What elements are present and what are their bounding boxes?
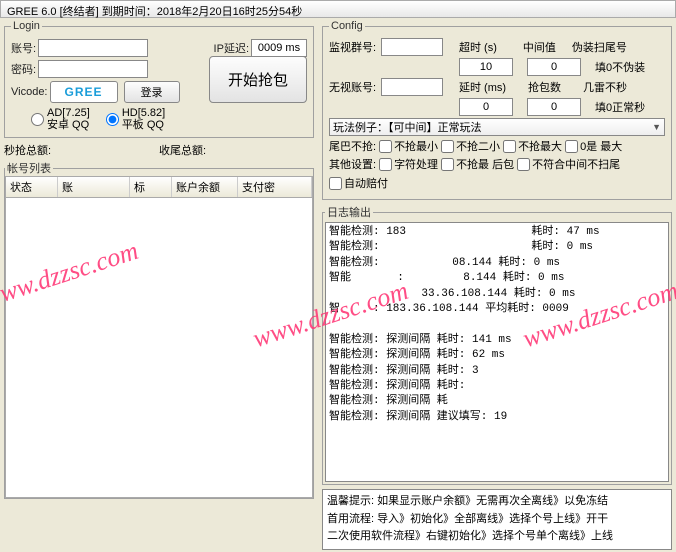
- chk-last[interactable]: 不抢最 后包: [441, 156, 514, 172]
- mid-input[interactable]: [527, 58, 581, 76]
- col-mark[interactable]: 标: [130, 177, 172, 197]
- tips-box: 温馨提示: 如果显示账户余额》无需再次全离线》以免冻结 首用流程: 导入》初始化…: [322, 489, 672, 550]
- sec-total-label: 秒抢总额:: [4, 142, 159, 158]
- ipdelay-value: [251, 39, 307, 57]
- timeout-input[interactable]: [459, 58, 513, 76]
- radio-hd[interactable]: HD[5.82] 平板 QQ: [106, 107, 165, 131]
- gree-logo: GREE: [50, 81, 118, 103]
- delay-label: 延时 (ms): [459, 79, 506, 95]
- window-title: GREE 6.0 [终结者] 到期时间：2018年2月20日16时25分54秒: [0, 0, 676, 18]
- account-label: 账号:: [11, 40, 36, 56]
- radio-ad[interactable]: AD[7.25] 安卓 QQ: [31, 107, 90, 131]
- col-account[interactable]: 账: [58, 177, 130, 197]
- tip-line-2: 首用流程: 导入》初始化》全部离线》选择个号上线》开干: [327, 511, 667, 529]
- watch-group-label: 监视群号:: [329, 39, 377, 55]
- chk-char[interactable]: 字符处理: [379, 156, 438, 172]
- chk-auto[interactable]: 自动赔付: [329, 175, 388, 191]
- fake-tail-note: 填0不伪装: [595, 59, 645, 75]
- mid-label: 中间值: [523, 39, 556, 55]
- login-panel: Login 账号: IP延迟: 密码: 探测间隔: Vicode: GREE 登…: [4, 20, 314, 138]
- thunder-label: 几雷不秒: [583, 79, 627, 95]
- chk-max[interactable]: 不抢最大: [503, 138, 562, 154]
- tip-line-1: 温馨提示: 如果显示账户余额》无需再次全离线》以免冻结: [327, 493, 667, 511]
- chk-min[interactable]: 不抢最小: [379, 138, 438, 154]
- chevron-down-icon: ▼: [652, 122, 661, 132]
- log-panel: 日志输出 智能检测: 183 耗时: 47 ms 智能检测: 耗时: 0 ms …: [322, 204, 672, 485]
- col-paypwd[interactable]: 支付密: [238, 177, 312, 197]
- play-mode-combo[interactable]: 玩法例子：【可中间】正常玩法 ▼: [329, 118, 665, 136]
- config-legend: Config: [329, 20, 365, 32]
- delay-input[interactable]: [459, 98, 513, 116]
- thunder-note: 填0正常秒: [595, 99, 645, 115]
- password-label: 密码:: [11, 61, 36, 77]
- col-status[interactable]: 状态: [6, 177, 58, 197]
- other-label: 其他设置:: [329, 156, 376, 172]
- log-legend: 日志输出: [325, 204, 373, 220]
- tip-line-3: 二次使用软件流程》右键初始化》选择个号单个离线》上线: [327, 528, 667, 546]
- log-output[interactable]: 智能检测: 183 耗时: 47 ms 智能检测: 耗时: 0 ms 智能检测:…: [325, 222, 669, 482]
- login-legend: Login: [11, 20, 42, 32]
- ignore-input[interactable]: [381, 78, 443, 96]
- vicode-label: Vicode:: [11, 86, 48, 98]
- password-input[interactable]: [38, 60, 148, 78]
- chk-0max[interactable]: 0是 最大: [565, 138, 622, 154]
- start-grab-button[interactable]: 开始抢包: [209, 56, 307, 103]
- fake-tail-label: 伪装扫尾号: [572, 39, 627, 55]
- combo-text: 玩法例子：【可中间】正常玩法: [333, 119, 482, 135]
- watch-group-input[interactable]: [381, 38, 443, 56]
- chk-unfit[interactable]: 不符合中间不扫尾: [517, 156, 620, 172]
- account-list-legend: 帐号列表: [5, 160, 53, 176]
- config-panel: Config 监视群号: 超时 (s) 中间值 伪装扫尾号 填0不伪装: [322, 20, 672, 200]
- table-header: 状态 账 标 账户余额 支付密: [5, 176, 313, 198]
- ignore-label: 无视账号:: [329, 79, 377, 95]
- account-list-panel: 帐号列表 状态 账 标 账户余额 支付密: [4, 160, 314, 499]
- grab-cnt-input[interactable]: [527, 98, 581, 116]
- tail-total-label: 收尾总额:: [159, 142, 314, 158]
- chk-2min[interactable]: 不抢二小: [441, 138, 500, 154]
- tail-no-label: 尾巴不抢:: [329, 138, 376, 154]
- timeout-label: 超时 (s): [459, 39, 497, 55]
- table-body[interactable]: [5, 198, 313, 498]
- account-input[interactable]: [38, 39, 148, 57]
- login-button[interactable]: 登录: [124, 81, 180, 103]
- col-balance[interactable]: 账户余额: [172, 177, 238, 197]
- grab-cnt-label: 抢包数: [528, 79, 561, 95]
- ipdelay-label: IP延迟:: [214, 40, 249, 56]
